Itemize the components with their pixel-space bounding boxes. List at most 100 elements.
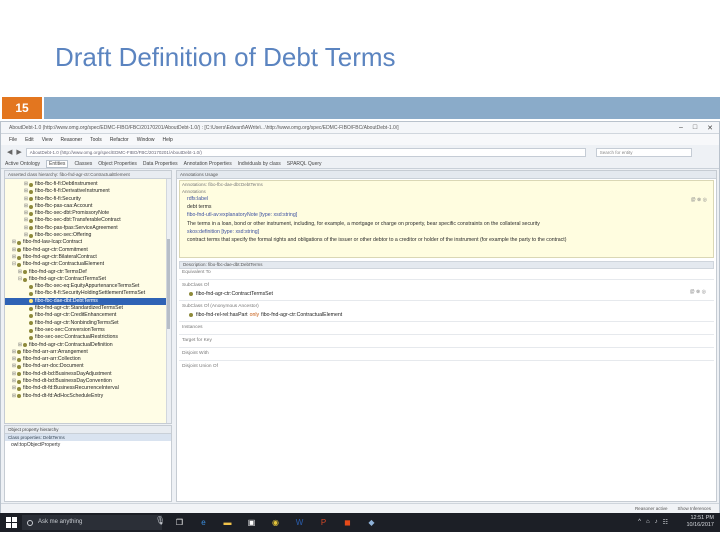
- menu-edit[interactable]: Edit: [25, 137, 34, 143]
- delete-icon[interactable]: ⊗: [696, 289, 700, 295]
- office-icon[interactable]: ◼: [340, 515, 355, 530]
- edit-icon[interactable]: ◎: [702, 289, 706, 295]
- tree-item[interactable]: ⊞ fibo-fbc-pas-caa:Account: [5, 203, 171, 210]
- tree-item[interactable]: fibo-fbc-fi-fi:SecurityHoldingSettlement…: [5, 290, 171, 297]
- entity-search-input[interactable]: Search for entity: [595, 147, 692, 157]
- annotations-tab-bar[interactable]: Annotations Usage: [177, 171, 716, 179]
- tree-item[interactable]: ⊞ fibo-fnd-dt-fd:AdHocScheduleEntry: [5, 393, 171, 400]
- tree-item[interactable]: ⊞ fibo-fnd-arr-doc:Document: [5, 363, 171, 370]
- forward-arrow-icon[interactable]: ▶: [16, 148, 21, 156]
- maximize-icon[interactable]: □: [693, 124, 697, 132]
- tree-item[interactable]: ⊞ fibo-fnd-agr-ctr:TermsDef: [5, 269, 171, 276]
- tab-active-ontology[interactable]: Active Ontology: [5, 161, 40, 167]
- tab-classes[interactable]: Classes: [74, 161, 92, 167]
- menu-reasoner[interactable]: Reasoner: [60, 137, 82, 143]
- tree-item[interactable]: fibo-fnd-agr-ctr:NonbindingTermsSet: [5, 320, 171, 327]
- tree-item[interactable]: ⊞ fibo-fbc-sec-sec:Offering: [5, 232, 171, 239]
- tab-entities[interactable]: Entities: [46, 159, 69, 168]
- tree-item[interactable]: ⊞ fibo-fbc-fi-fi:Security: [5, 196, 171, 203]
- tree-item[interactable]: ⊞ fibo-fnd-agr-ctr:BilateralContract: [5, 254, 171, 261]
- tree-item[interactable]: fibo-fbc-sec-eq:EquityAppurtenanceTermsS…: [5, 283, 171, 290]
- microphone-icon[interactable]: 🎙: [155, 516, 165, 525]
- tree-item[interactable]: fibo-sec-sec:ContractualRestrictions: [5, 334, 171, 341]
- tab-annotation-properties[interactable]: Annotation Properties: [184, 161, 232, 167]
- menu-refactor[interactable]: Refactor: [110, 137, 129, 143]
- tree-item[interactable]: ⊞ fibo-fnd-dt-fd:BusinessRecurrenceInterv…: [5, 385, 171, 392]
- at-icon[interactable]: @: [691, 197, 696, 203]
- clock[interactable]: 12:51 PM 10/16/2017: [686, 515, 714, 529]
- class-hierarchy-panel: Asserted class hierarchy: fibo-fnd-agr-c…: [4, 170, 172, 424]
- menu-file[interactable]: File: [9, 137, 17, 143]
- volume-icon[interactable]: ♪: [655, 519, 658, 526]
- subclass-value[interactable]: fibo-fnd-agr-ctr:ContractTermsSet: [179, 290, 714, 298]
- annotation-property[interactable]: skos:definition [type: xsd:string]: [180, 228, 713, 236]
- store-icon[interactable]: ▣: [244, 515, 259, 530]
- tree-item[interactable]: fibo-sec-sec:ConversionTerms: [5, 327, 171, 334]
- tree-item[interactable]: fibo-fnd-agr-ctr:CreditEnhancement: [5, 312, 171, 319]
- tab-sparql-query[interactable]: SPARQL Query: [287, 161, 322, 167]
- tab-individuals[interactable]: Individuals by class: [238, 161, 281, 167]
- tree-item[interactable]: ⊞ fibo-fbc-sec-dbt:TransferableContract: [5, 217, 171, 224]
- tree-item[interactable]: ⊞ fibo-fbc-pas-fpas:ServiceAgreement: [5, 225, 171, 232]
- annotation-value[interactable]: debt terms: [180, 203, 713, 211]
- edge-icon[interactable]: e: [196, 515, 211, 530]
- back-arrow-icon[interactable]: ◀: [7, 148, 12, 156]
- tree-item[interactable]: fibo-fnd-agr-ctr:StandardizedTermsSet: [5, 305, 171, 312]
- menu-help[interactable]: Help: [163, 137, 173, 143]
- network-icon[interactable]: ⌂: [646, 519, 650, 526]
- scrollbar-thumb[interactable]: [167, 239, 170, 329]
- menu-window[interactable]: Window: [137, 137, 155, 143]
- tree-item[interactable]: ⊞ fibo-fbc-sec-dbt:PromissoryNote: [5, 210, 171, 217]
- disjoint-union-label[interactable]: Disjoint Union Of: [179, 363, 714, 371]
- tree-item[interactable]: ⊟ fibo-fnd-agr-ctr:ContractualElement: [5, 261, 171, 268]
- status-bar: Reasoner active Show Inferences: [1, 503, 719, 513]
- target-for-key-label[interactable]: Target for Key: [179, 337, 714, 345]
- annotation-property[interactable]: rdfs:label: [180, 195, 713, 203]
- menu-tools[interactable]: Tools: [90, 137, 102, 143]
- at-icon[interactable]: @: [690, 289, 695, 295]
- notifications-icon[interactable]: ☷: [663, 519, 668, 526]
- tree-item[interactable]: ⊞ fibo-fbc-fi-fi:DerivativeInstrument: [5, 188, 171, 195]
- tree-item[interactable]: ⊞ fibo-fnd-arr-arr:Arrangement: [5, 349, 171, 356]
- chrome-icon[interactable]: ◉: [268, 515, 283, 530]
- task-view-icon[interactable]: ❒: [172, 515, 187, 530]
- tab-object-properties[interactable]: Object Properties: [98, 161, 137, 167]
- top-object-property[interactable]: owl:topObjectProperty: [5, 441, 171, 449]
- subclass-of-label[interactable]: SubClass Of: [179, 282, 714, 290]
- minimize-icon[interactable]: –: [679, 124, 683, 132]
- annotation-value[interactable]: contract terms that specify the formal r…: [180, 236, 713, 244]
- equivalent-to-label[interactable]: Equivalent To: [179, 269, 714, 277]
- tree-item-label: fibo-fnd-dt-bd:BusinessDayConvention: [23, 378, 112, 385]
- tree-item[interactable]: ⊞ fibo-fnd-arr-arr:Collection: [5, 356, 171, 363]
- tree-item[interactable]: ⊞ fibo-fnd-agr-ctr:ContractualDefinition: [5, 342, 171, 349]
- disjoint-with-label[interactable]: Disjoint With: [179, 350, 714, 358]
- annotation-value[interactable]: The terms in a loan, bond or other instr…: [180, 220, 713, 228]
- ontology-address-field[interactable]: AboutDebt-1.0 (http://www.omg.org/spec/E…: [25, 147, 586, 157]
- tree-item[interactable]: ⊞ fibo-fnd-dt-bd:BusinessDayConvention: [5, 378, 171, 385]
- annotation-property[interactable]: fibo-fnd-utl-av:explanatoryNote [type: x…: [180, 211, 713, 219]
- delete-icon[interactable]: ⊗: [697, 197, 701, 203]
- powerpoint-icon[interactable]: P: [316, 515, 331, 530]
- tray-chevron-icon[interactable]: ^: [638, 519, 641, 526]
- tree-item[interactable]: ⊞ fibo-fbc-fi-fi:DebtInstrument: [5, 181, 171, 188]
- class-icon: [29, 306, 33, 311]
- tree-item-label: fibo-fnd-arr-arr:Collection: [23, 356, 81, 363]
- menu-view[interactable]: View: [42, 137, 53, 143]
- close-icon[interactable]: ✕: [707, 124, 713, 132]
- instances-label[interactable]: Instances: [179, 324, 714, 332]
- tree-item[interactable]: ⊞ fibo-fnd-dt-bd:BusinessDayAdjustment: [5, 371, 171, 378]
- tab-data-properties[interactable]: Data Properties: [143, 161, 178, 167]
- class-tree-scrollbar[interactable]: [166, 179, 171, 423]
- tree-item[interactable]: ⊞ fibo-fnd-law-lcap:Contract: [5, 239, 171, 246]
- windows-start-icon[interactable]: [6, 517, 17, 528]
- protege-icon[interactable]: ◆: [364, 515, 379, 530]
- taskbar-search-input[interactable]: Ask me anything: [22, 515, 162, 530]
- word-icon[interactable]: W: [292, 515, 307, 530]
- file-explorer-icon[interactable]: ▬: [220, 515, 235, 530]
- tree-item[interactable]: fibo-fbc-dae-dbt:DebtTerms: [5, 297, 171, 306]
- edit-icon[interactable]: ◎: [703, 197, 707, 203]
- tree-item[interactable]: ⊞ fibo-fnd-agr-ctr:Commitment: [5, 247, 171, 254]
- reasoner-status[interactable]: Reasoner active: [635, 506, 668, 511]
- show-inferences-toggle[interactable]: Show Inferences: [677, 506, 711, 511]
- tree-item[interactable]: ⊟ fibo-fnd-agr-ctr:ContractTermsSet: [5, 276, 171, 283]
